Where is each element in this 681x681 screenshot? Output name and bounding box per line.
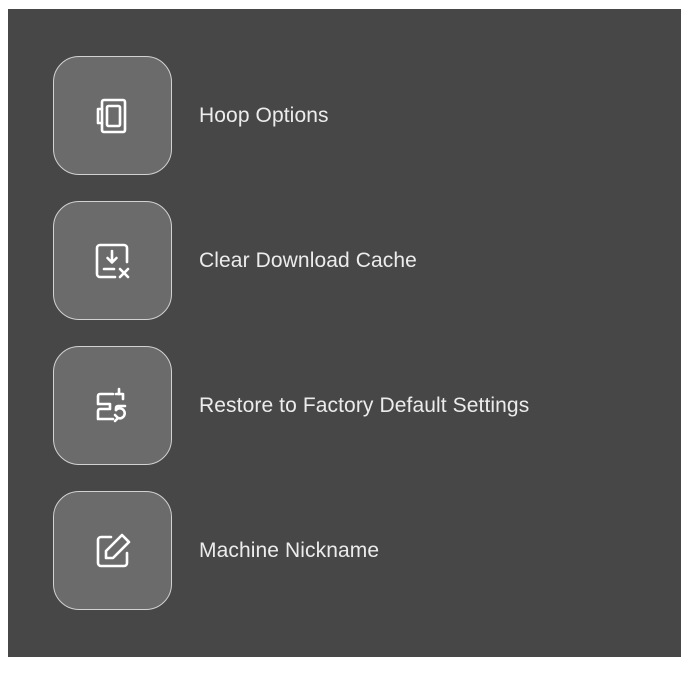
clear-download-icon (95, 243, 129, 278)
menu-item-label: Hoop Options (199, 103, 329, 127)
menu-item-machine-nickname[interactable]: Machine Nickname (53, 490, 379, 611)
menu-item-clear-download-cache[interactable]: Clear Download Cache (53, 200, 417, 321)
clear-download-cache-button[interactable] (53, 201, 172, 320)
menu-item-hoop-options[interactable]: Hoop Options (53, 55, 329, 176)
hoop-icon (96, 98, 126, 133)
menu-item-label: Machine Nickname (199, 538, 380, 562)
edit-icon (96, 533, 130, 567)
settings-panel: Hoop Options Clear Download Cache Restor… (8, 9, 681, 657)
machine-nickname-button[interactable] (53, 491, 172, 610)
menu-item-restore-factory-defaults[interactable]: Restore to Factory Default Settings (53, 345, 529, 466)
hoop-options-button[interactable] (53, 56, 172, 175)
restore-machine-icon (96, 387, 126, 422)
menu-item-label: Restore to Factory Default Settings (199, 393, 530, 417)
menu-item-label: Clear Download Cache (199, 248, 417, 272)
restore-factory-defaults-button[interactable] (53, 346, 172, 465)
